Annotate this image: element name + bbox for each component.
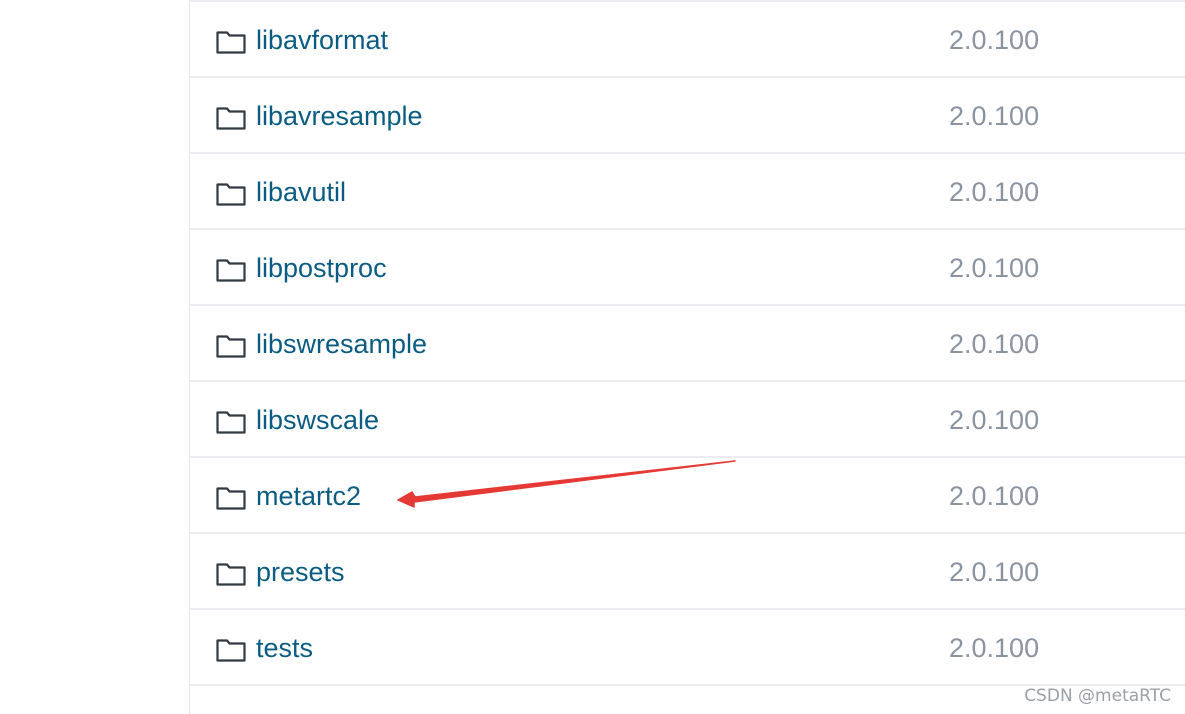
file-name-link[interactable]: metartc2 — [256, 479, 361, 513]
folder-icon — [216, 563, 246, 586]
folder-icon — [216, 487, 246, 510]
file-row-libavutil[interactable]: libavutil 2.0.100 — [190, 154, 1185, 230]
file-version: 2.0.100 — [949, 481, 1040, 511]
file-row-libavresample[interactable]: libavresample 2.0.100 — [190, 78, 1185, 154]
file-browser-page: libavformat 2.0.100 libavresample 2.0.10… — [0, 0, 1185, 714]
file-version: 2.0.100 — [949, 329, 1040, 359]
file-version: 2.0.100 — [949, 557, 1040, 587]
file-row-libpostproc[interactable]: libpostproc 2.0.100 — [190, 230, 1185, 306]
left-gutter — [0, 0, 189, 714]
file-name-link[interactable]: tests — [256, 631, 313, 665]
file-row-presets[interactable]: presets 2.0.100 — [190, 534, 1185, 610]
file-name-link[interactable]: libavresample — [256, 99, 423, 133]
folder-icon — [216, 259, 246, 282]
file-name-link[interactable]: libpostproc — [256, 251, 387, 285]
folder-icon — [216, 183, 246, 206]
file-row-tests[interactable]: tests 2.0.100 — [190, 610, 1185, 686]
file-name-link[interactable]: libswresample — [256, 327, 427, 361]
file-row-metartc2[interactable]: metartc2 2.0.100 — [190, 458, 1185, 534]
file-list: libavformat 2.0.100 libavresample 2.0.10… — [189, 0, 1185, 714]
file-name-link[interactable]: presets — [256, 555, 345, 589]
file-version: 2.0.100 — [949, 101, 1040, 131]
file-version: 2.0.100 — [949, 405, 1040, 435]
file-version: 2.0.100 — [949, 25, 1040, 55]
folder-icon — [216, 107, 246, 130]
watermark-text: CSDN @metaRTC — [1024, 686, 1171, 706]
file-name-link[interactable]: libswscale — [256, 403, 379, 437]
file-row-libavformat[interactable]: libavformat 2.0.100 — [190, 2, 1185, 78]
folder-icon — [216, 411, 246, 434]
file-version: 2.0.100 — [949, 253, 1040, 283]
file-name-link[interactable]: libavformat — [256, 23, 388, 57]
file-row-libswresample[interactable]: libswresample 2.0.100 — [190, 306, 1185, 382]
folder-icon — [216, 335, 246, 358]
file-version: 2.0.100 — [949, 633, 1040, 663]
folder-icon — [216, 639, 246, 662]
file-row-libswscale[interactable]: libswscale 2.0.100 — [190, 382, 1185, 458]
file-name-link[interactable]: libavutil — [256, 175, 346, 209]
folder-icon — [216, 31, 246, 54]
file-version: 2.0.100 — [949, 177, 1040, 207]
